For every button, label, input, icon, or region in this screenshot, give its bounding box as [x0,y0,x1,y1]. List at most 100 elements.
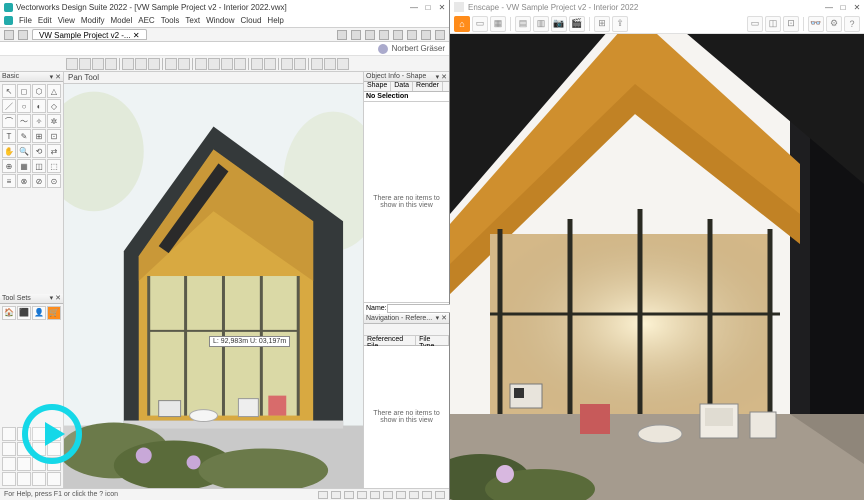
tool-button[interactable]: △ [47,84,61,98]
help-button[interactable]: ? [844,16,860,32]
tool-button[interactable]: ⊕ [2,159,16,173]
nav-btn[interactable] [365,325,374,334]
tool-button[interactable]: ✲ [47,114,61,128]
toolsets-palette-header[interactable]: Tool Sets ▾ ✕ [0,294,63,304]
tool-button[interactable]: ▦ [17,159,31,173]
view-button[interactable] [221,58,233,70]
view-button[interactable] [79,58,91,70]
tool-button[interactable] [2,442,16,456]
tool-button[interactable]: ○ [17,99,31,113]
minimize-button[interactable]: — [407,1,421,13]
menu-help[interactable]: Help [267,16,283,25]
pan-tool[interactable]: ✋ [2,144,16,158]
maximize-button[interactable]: □ [421,1,435,13]
menu-edit[interactable]: Edit [38,16,52,25]
nav-btn[interactable] [415,325,424,334]
nav-btn[interactable] [395,325,404,334]
vr-button[interactable]: 👓 [808,16,824,32]
nav-fwd-icon[interactable] [18,30,28,40]
view-button[interactable] [208,58,220,70]
tool-button[interactable]: ⬚ [47,159,61,173]
view-button[interactable] [195,58,207,70]
ens-tool-button[interactable]: ▭ [472,16,488,32]
tab-shape[interactable]: Shape [364,82,391,91]
tool-button[interactable]: ⬡ [32,84,46,98]
snap-button[interactable] [281,58,293,70]
tool-button[interactable]: ✧ [32,114,46,128]
toolbar-icon[interactable] [407,30,417,40]
toolbar-icon[interactable] [379,30,389,40]
tool-button[interactable]: ⊗ [17,174,31,188]
ens-tool-button[interactable]: ▭ [747,16,763,32]
toolset-button[interactable]: 👤 [32,306,46,320]
nav-btn[interactable] [385,325,394,334]
view-button[interactable] [66,58,78,70]
tool-button[interactable] [47,472,61,486]
menu-file[interactable]: File [19,16,32,25]
tab-render[interactable]: Render [413,82,443,91]
snap-button[interactable] [337,58,349,70]
menu-text[interactable]: Text [185,16,200,25]
ens-tool-button[interactable]: ▥ [533,16,549,32]
doc-tab[interactable]: VW Sample Project v2 -... ✕ [32,29,147,40]
line-tool[interactable]: ／ [2,99,16,113]
toolbar-icon[interactable] [365,30,375,40]
tool-button[interactable]: ◐ [32,99,46,113]
tool-button[interactable]: ✎ [17,129,31,143]
menu-tools[interactable]: Tools [161,16,180,25]
toolbar-icon[interactable] [351,30,361,40]
tool-button[interactable] [17,472,31,486]
ens-tool-button[interactable]: ▦ [490,16,506,32]
tool-button[interactable]: ⊘ [32,174,46,188]
view-button[interactable] [264,58,276,70]
panel-close-icon[interactable]: ▾ ✕ [436,73,447,81]
ens-tool-button[interactable]: ▤ [515,16,531,32]
snap-button[interactable] [294,58,306,70]
view-button[interactable] [135,58,147,70]
tool-button[interactable]: ◻ [17,84,31,98]
enscape-viewport[interactable] [450,34,864,500]
panel-close-icon[interactable]: ▾ ✕ [436,314,447,322]
ens-tool-button[interactable]: ⊞ [594,16,610,32]
tool-button[interactable] [2,427,16,441]
status-button[interactable] [331,491,341,499]
view-button[interactable] [148,58,160,70]
settings-button[interactable]: ⚙ [826,16,842,32]
view-button[interactable] [122,58,134,70]
status-button[interactable] [344,491,354,499]
nav-btn[interactable] [375,325,384,334]
status-button[interactable] [383,491,393,499]
zoom-tool[interactable]: 🔍 [17,144,31,158]
toolbar-icon[interactable] [393,30,403,40]
status-button[interactable] [318,491,328,499]
tool-button[interactable] [32,472,46,486]
tool-button[interactable]: ◫ [32,159,46,173]
tool-button[interactable]: ⟲ [32,144,46,158]
tool-button[interactable]: ⊞ [32,129,46,143]
col-file-type[interactable]: File Type [416,336,449,345]
menu-window[interactable]: Window [206,16,234,25]
tool-button[interactable] [2,472,16,486]
palette-menu-icon[interactable]: ▾ ✕ [50,73,61,81]
object-info-header[interactable]: Object Info - Shape ▾ ✕ [364,72,449,82]
search-icon[interactable] [435,30,445,40]
status-button[interactable] [357,491,367,499]
snap-button[interactable] [324,58,336,70]
status-button[interactable] [422,491,432,499]
nav-btn[interactable] [405,325,414,334]
tool-button[interactable]: ◇ [47,99,61,113]
selection-tool[interactable]: ↖ [2,84,16,98]
ens-tool-button[interactable]: ⊡ [783,16,799,32]
status-button[interactable] [370,491,380,499]
video-button[interactable]: 🎬 [569,16,585,32]
close-button[interactable]: ✕ [435,1,449,13]
view-button[interactable] [92,58,104,70]
toolset-button[interactable]: ⬛ [17,306,31,320]
minimize-button[interactable]: — [822,1,836,13]
toolbar-icon[interactable] [421,30,431,40]
maximize-button[interactable]: □ [836,1,850,13]
vw-3d-viewport[interactable]: L: 92,983m U: 03,197m [64,84,363,488]
tool-button[interactable] [17,457,31,471]
menu-model[interactable]: Model [110,16,132,25]
tab-data[interactable]: Data [391,82,413,91]
